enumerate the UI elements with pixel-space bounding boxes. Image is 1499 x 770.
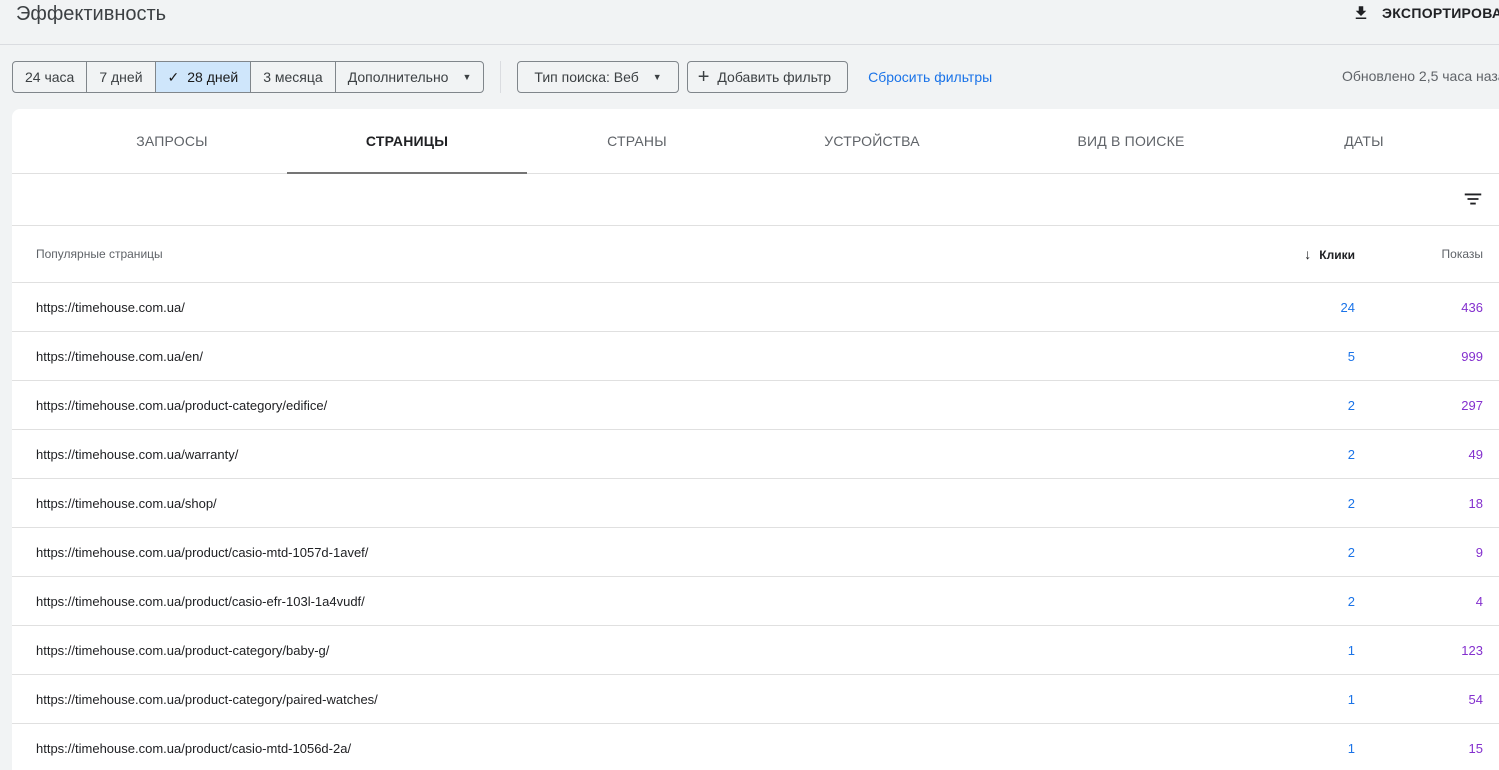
range-7d[interactable]: 7 дней xyxy=(87,62,156,92)
page-url[interactable]: https://timehouse.com.ua/product/casio-m… xyxy=(12,527,1215,577)
clicks-value: 5 xyxy=(1215,331,1355,381)
reset-filters-link[interactable]: Сбросить фильтры xyxy=(868,69,992,85)
page-url[interactable]: https://timehouse.com.ua/product-categor… xyxy=(12,674,1215,724)
clicks-value: 2 xyxy=(1215,576,1355,626)
tab-dates[interactable]: ДАТЫ xyxy=(1244,109,1484,173)
range-24h-label: 24 часа xyxy=(25,69,75,85)
date-range-selector: 24 часа 7 дней ✓ 28 дней 3 месяца Дополни… xyxy=(12,61,485,93)
clicks-value: 1 xyxy=(1215,674,1355,724)
impressions-value: 4 xyxy=(1355,576,1499,626)
tab-pages[interactable]: СТРАНИЦЫ xyxy=(287,109,527,174)
tab-search-appearance[interactable]: ВИД В ПОИСКЕ xyxy=(1011,109,1251,173)
impressions-value: 123 xyxy=(1355,625,1499,675)
top-bar: Эффективность ЭКСПОРТИРОВАТЬ xyxy=(0,0,1499,45)
header-clicks-label: Клики xyxy=(1319,248,1355,262)
table-row[interactable]: https://timehouse.com.ua/shop/2 18 xyxy=(12,478,1499,528)
page-url[interactable]: https://timehouse.com.ua/product-categor… xyxy=(12,380,1215,430)
impressions-value: 15 xyxy=(1355,723,1499,770)
clicks-value: 2 xyxy=(1215,380,1355,430)
page-url[interactable]: https://timehouse.com.ua/en/ xyxy=(12,331,1215,381)
tab-countries[interactable]: СТРАНЫ xyxy=(517,109,757,173)
table-row[interactable]: https://timehouse.com.ua/24 436 xyxy=(12,282,1499,332)
range-28d[interactable]: ✓ 28 дней xyxy=(155,62,252,92)
header-clicks[interactable]: ↓ Клики xyxy=(1215,226,1355,283)
clicks-value: 1 xyxy=(1215,625,1355,675)
dropdown-arrow-icon: ▼ xyxy=(652,72,662,82)
range-3m[interactable]: 3 месяца xyxy=(251,62,336,92)
clicks-value: 1 xyxy=(1215,723,1355,770)
table-body: https://timehouse.com.ua/24 436 https://ti… xyxy=(12,282,1499,770)
page-url[interactable]: https://timehouse.com.ua/product/casio-e… xyxy=(12,576,1215,626)
updated-status: Обновлено 2,5 часа назад xyxy=(1342,68,1499,84)
search-type-dropdown[interactable]: Тип поиска: Веб ▼ xyxy=(517,61,679,93)
dropdown-arrow-icon: ▼ xyxy=(462,72,472,82)
page-url[interactable]: https://timehouse.com.ua/product/casio-m… xyxy=(12,723,1215,770)
arrow-down-icon: ↓ xyxy=(1304,246,1312,262)
export-label: ЭКСПОРТИРОВАТЬ xyxy=(1382,5,1499,21)
check-icon: ✓ xyxy=(167,68,180,85)
page-url[interactable]: https://timehouse.com.ua/ xyxy=(12,282,1215,332)
table-row[interactable]: https://timehouse.com.ua/warranty/2 49 xyxy=(12,429,1499,479)
impressions-value: 9 xyxy=(1355,527,1499,577)
table-row[interactable]: https://timehouse.com.ua/product-categor… xyxy=(12,380,1499,430)
search-type-label: Тип поиска: Веб xyxy=(534,69,639,85)
tab-devices[interactable]: УСТРОЙСТВА xyxy=(752,109,992,173)
clicks-value: 24 xyxy=(1215,282,1355,332)
impressions-value: 18 xyxy=(1355,478,1499,528)
table-row[interactable]: https://timehouse.com.ua/product-categor… xyxy=(12,625,1499,675)
tab-queries[interactable]: ЗАПРОСЫ xyxy=(52,109,292,173)
add-filter-label: Добавить фильтр xyxy=(717,69,832,85)
pages-table: Популярные страницы ↓ Клики Показы https:… xyxy=(12,226,1499,770)
impressions-value: 49 xyxy=(1355,429,1499,479)
table-row[interactable]: https://timehouse.com.ua/product-categor… xyxy=(12,674,1499,724)
page-url[interactable]: https://timehouse.com.ua/warranty/ xyxy=(12,429,1215,479)
filter-divider xyxy=(500,61,502,93)
impressions-value: 54 xyxy=(1355,674,1499,724)
page-url[interactable]: https://timehouse.com.ua/shop/ xyxy=(12,478,1215,528)
clicks-value: 2 xyxy=(1215,429,1355,479)
results-card: ЗАПРОСЫ СТРАНИЦЫ СТРАНЫ УСТРОЙСТВА ВИД В… xyxy=(12,109,1499,770)
clicks-value: 2 xyxy=(1215,527,1355,577)
impressions-value: 999 xyxy=(1355,331,1499,381)
range-24h[interactable]: 24 часа xyxy=(13,62,88,92)
export-button[interactable]: ЭКСПОРТИРОВАТЬ xyxy=(1352,2,1499,24)
download-icon xyxy=(1355,6,1367,19)
impressions-value: 297 xyxy=(1355,380,1499,430)
range-3m-label: 3 месяца xyxy=(263,69,323,85)
table-row[interactable]: https://timehouse.com.ua/en/5 999 xyxy=(12,331,1499,381)
table-row[interactable]: https://timehouse.com.ua/product/casio-m… xyxy=(12,527,1499,577)
header-impressions[interactable]: Показы xyxy=(1355,226,1499,283)
filter-bar: 24 часа 7 дней ✓ 28 дней 3 месяца Дополни… xyxy=(12,61,992,93)
table-filter-row xyxy=(12,174,1499,226)
range-7d-label: 7 дней xyxy=(99,69,143,85)
header-pages: Популярные страницы xyxy=(12,226,1215,283)
impressions-value: 436 xyxy=(1355,282,1499,332)
table-row[interactable]: https://timehouse.com.ua/product/casio-m… xyxy=(12,723,1499,770)
table-row[interactable]: https://timehouse.com.ua/product/casio-e… xyxy=(12,576,1499,626)
page-url[interactable]: https://timehouse.com.ua/product-categor… xyxy=(12,625,1215,675)
plus-icon: + xyxy=(697,66,710,88)
table-header-row: Популярные страницы ↓ Клики Показы xyxy=(12,226,1499,283)
range-28d-label: 28 дней xyxy=(187,69,239,85)
range-more-dropdown[interactable]: Дополнительно ▼ xyxy=(336,62,484,92)
range-more-label: Дополнительно xyxy=(347,69,449,85)
add-filter-button[interactable]: + Добавить фильтр xyxy=(686,61,849,93)
page-title: Эффективность xyxy=(16,3,167,25)
dimension-tabs: ЗАПРОСЫ СТРАНИЦЫ СТРАНЫ УСТРОЙСТВА ВИД В… xyxy=(12,109,1499,174)
clicks-value: 2 xyxy=(1215,478,1355,528)
filter-list-icon[interactable] xyxy=(1462,188,1484,210)
